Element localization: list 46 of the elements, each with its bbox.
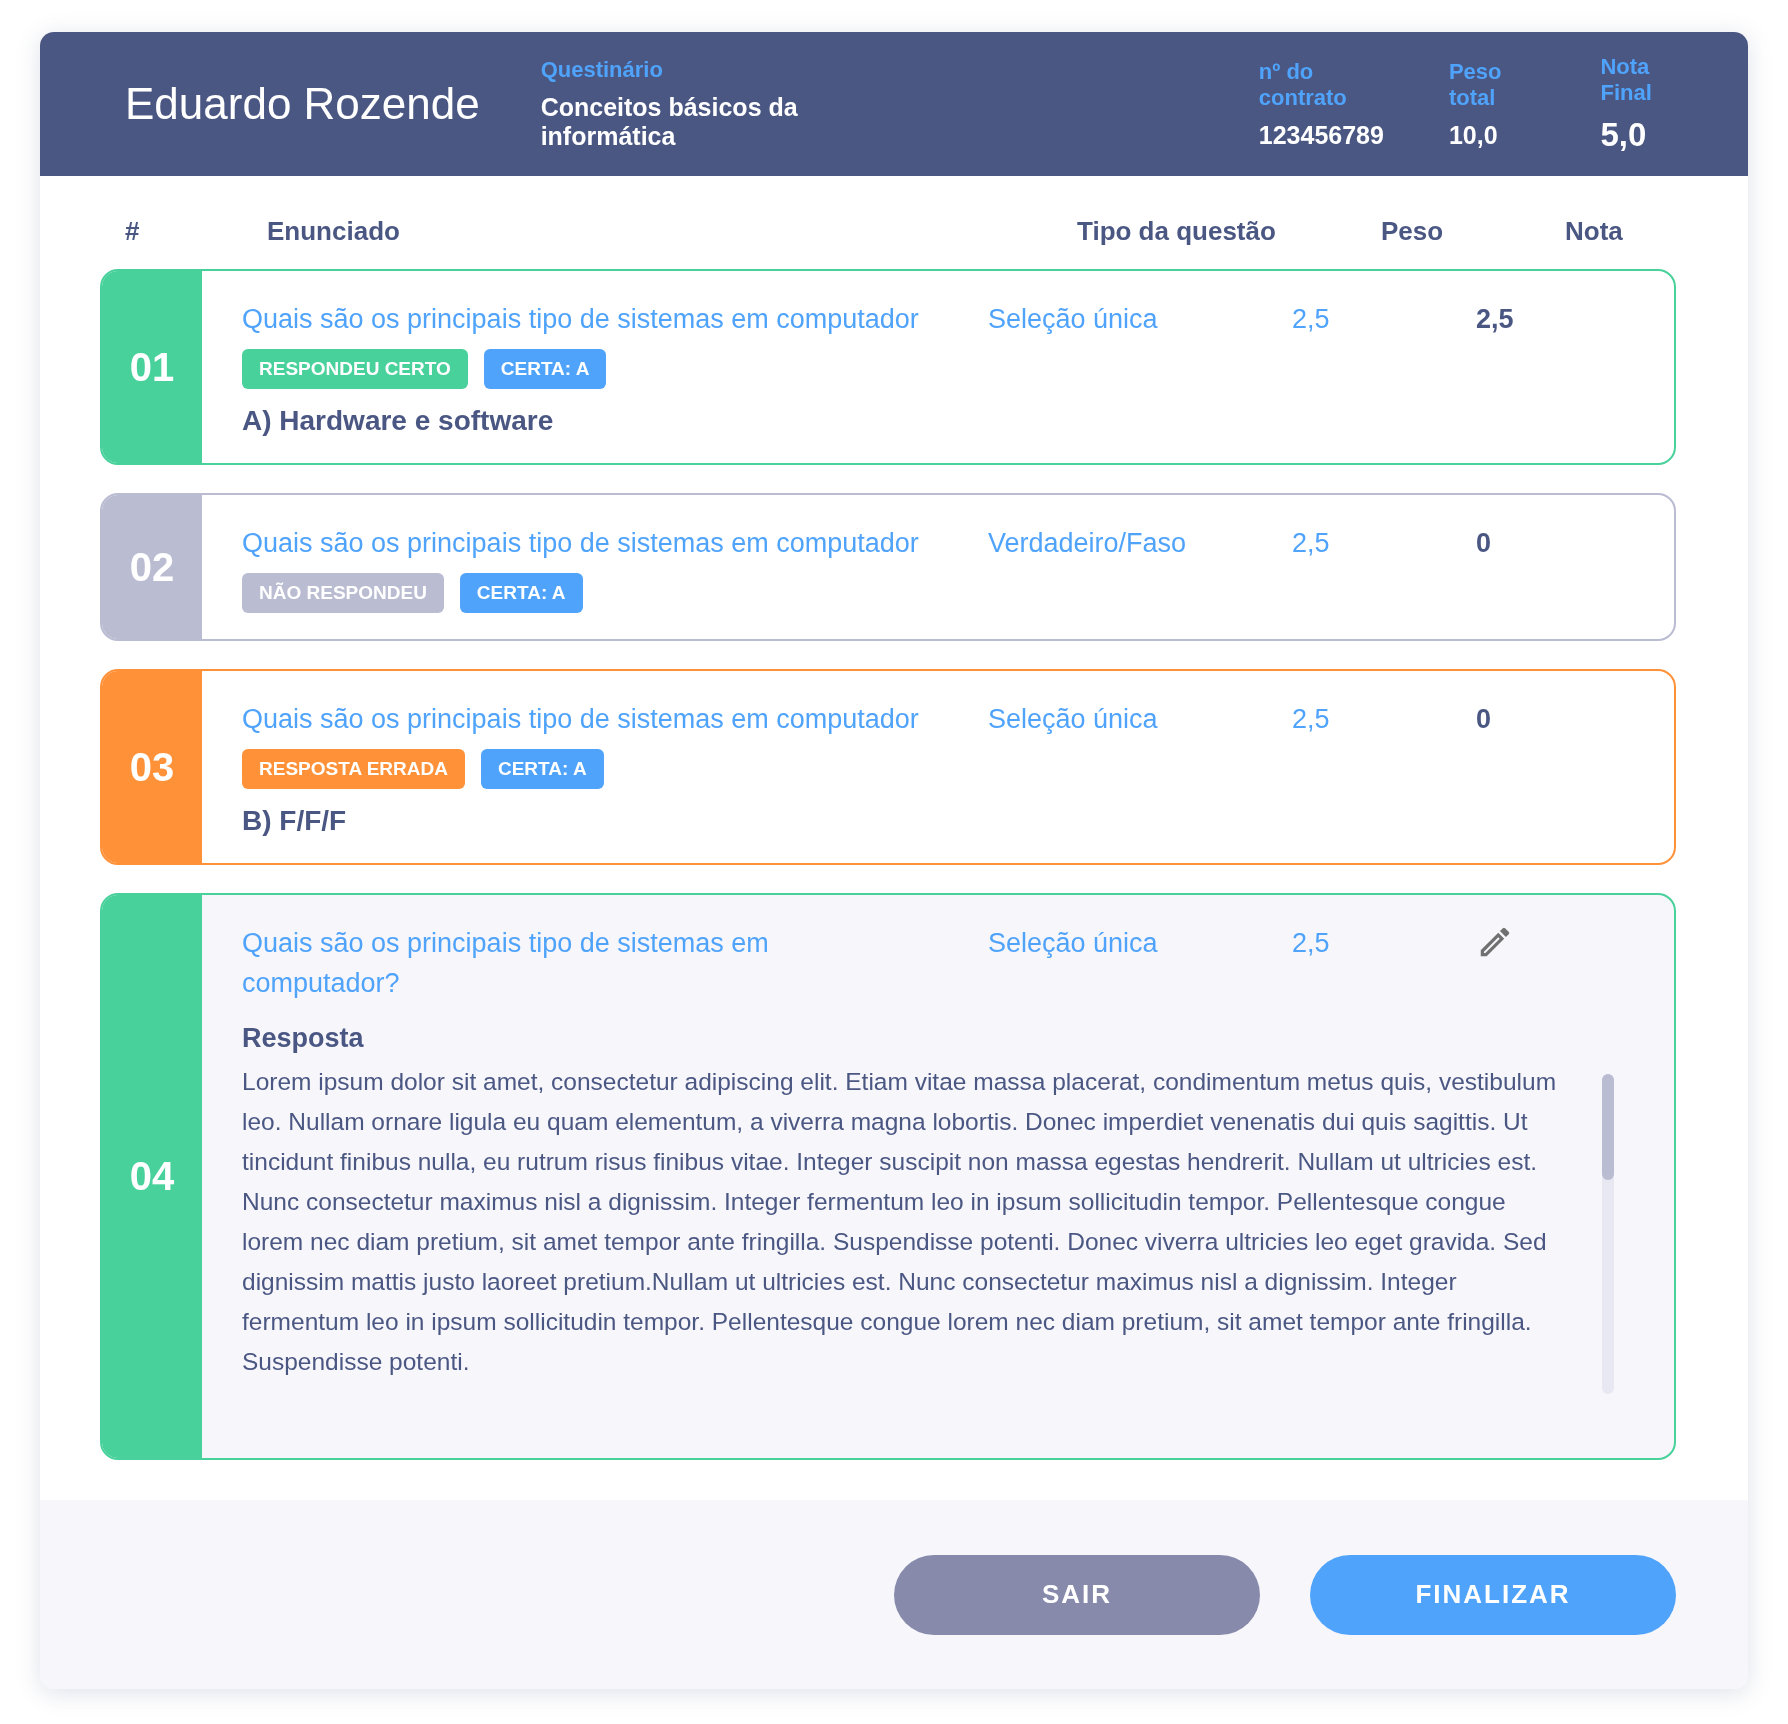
question-text: Quais são os principais tipo de sistemas em computador bbox=[242, 527, 920, 560]
question-weight: 2,5 bbox=[1292, 927, 1331, 960]
question-text: Quais são os principais tipo de sistemas em computador bbox=[242, 703, 920, 736]
given-answer: B) F/F/F bbox=[242, 805, 347, 837]
answer-label: Resposta bbox=[242, 1023, 364, 1054]
scrollbar[interactable] bbox=[1602, 1074, 1614, 1394]
question-number: 01 bbox=[102, 271, 202, 463]
field-value: 5,0 bbox=[1600, 116, 1648, 154]
field-label: Nota Final bbox=[1600, 54, 1653, 106]
field-value: Conceitos básicos da informática bbox=[540, 93, 799, 151]
column-header: Peso bbox=[1381, 216, 1445, 247]
status-tag: RESPONDEU CERTO bbox=[242, 349, 468, 389]
question-type: Verdadeiro/Faso bbox=[988, 527, 1188, 560]
field-label: nº do contrato bbox=[1258, 58, 1348, 111]
given-answer: A) Hardware e software bbox=[242, 405, 554, 437]
question-weight: 2,5 bbox=[1292, 303, 1331, 336]
status-tag: RESPOSTA ERRADA bbox=[242, 749, 465, 789]
answer-text: Lorem ipsum dolor sit amet, consectetur adipiscing elit. Etiam vitae massa placerat, condimentum metus quis, vestibulum leo. Nullam ornare ligula eu quam elementum, a viverra magna lobortis. Donec imperdiet venenatis dui quis sagittis. Ut tincidunt finibus nulla, eu rutrum risus finibus vitae. Integer suscipit non massa egestas hendrerit. Nullam ut ultricies est. Nunc consectetur maximus nisl a dignissim. Integer fermentum leo in ipsum sollicitudin tempor. Pellentesque congue lorem nec diam pretium, sit amet tempor ante fringilla. Suspendisse potenti. Donec viverra ultricies leo eget gravida. Sed dignissim mattis justo laoreet pretium.Nullam ut ultricies est. Nunc consectetur maximus nisl a dignissim. Integer fermentum leo in ipsum sollicitudin tempor. Pellentesque congue lorem nec diam pretium, sit amet tempor ante fringilla. Suspendisse potenti. bbox=[242, 1067, 1558, 1377]
field-value: 123456789 bbox=[1258, 120, 1384, 150]
question-number: 03 bbox=[102, 671, 202, 863]
student-name: Eduardo Rozende bbox=[125, 79, 481, 129]
question-number: 02 bbox=[102, 495, 202, 639]
question-text: Quais são os principais tipo de sistemas em computador bbox=[242, 303, 920, 336]
question-text: Quais são os principais tipo de sistemas em computador? bbox=[242, 927, 770, 1000]
column-header: Nota bbox=[1565, 216, 1624, 247]
field-value: 10,0 bbox=[1448, 120, 1499, 150]
question-grade: 0 bbox=[1476, 527, 1493, 560]
question-type: Seleção única bbox=[988, 303, 1159, 336]
status-tag: CERTA: A bbox=[483, 349, 607, 389]
status-tag: CERTA: A bbox=[480, 749, 604, 789]
question-weight: 2,5 bbox=[1292, 527, 1331, 560]
question-number: 04 bbox=[102, 895, 202, 1458]
finish-button[interactable]: FINALIZAR bbox=[1310, 1554, 1676, 1635]
question-grade: 2,5 bbox=[1476, 303, 1515, 336]
exit-button[interactable]: SAIR bbox=[894, 1554, 1260, 1635]
question-weight: 2,5 bbox=[1292, 703, 1331, 736]
column-header: # bbox=[125, 216, 141, 247]
question-type: Seleção única bbox=[988, 703, 1159, 736]
status-tag: NÃO RESPONDEU bbox=[242, 573, 444, 613]
column-header: Tipo da questão bbox=[1077, 216, 1277, 247]
column-header: Enunciado bbox=[267, 216, 401, 247]
question-grade: 0 bbox=[1476, 703, 1493, 736]
status-tag: CERTA: A bbox=[459, 573, 583, 613]
question-type: Seleção única bbox=[988, 927, 1159, 960]
field-label: Peso total bbox=[1448, 58, 1503, 111]
field-label: Questinário bbox=[540, 57, 664, 83]
